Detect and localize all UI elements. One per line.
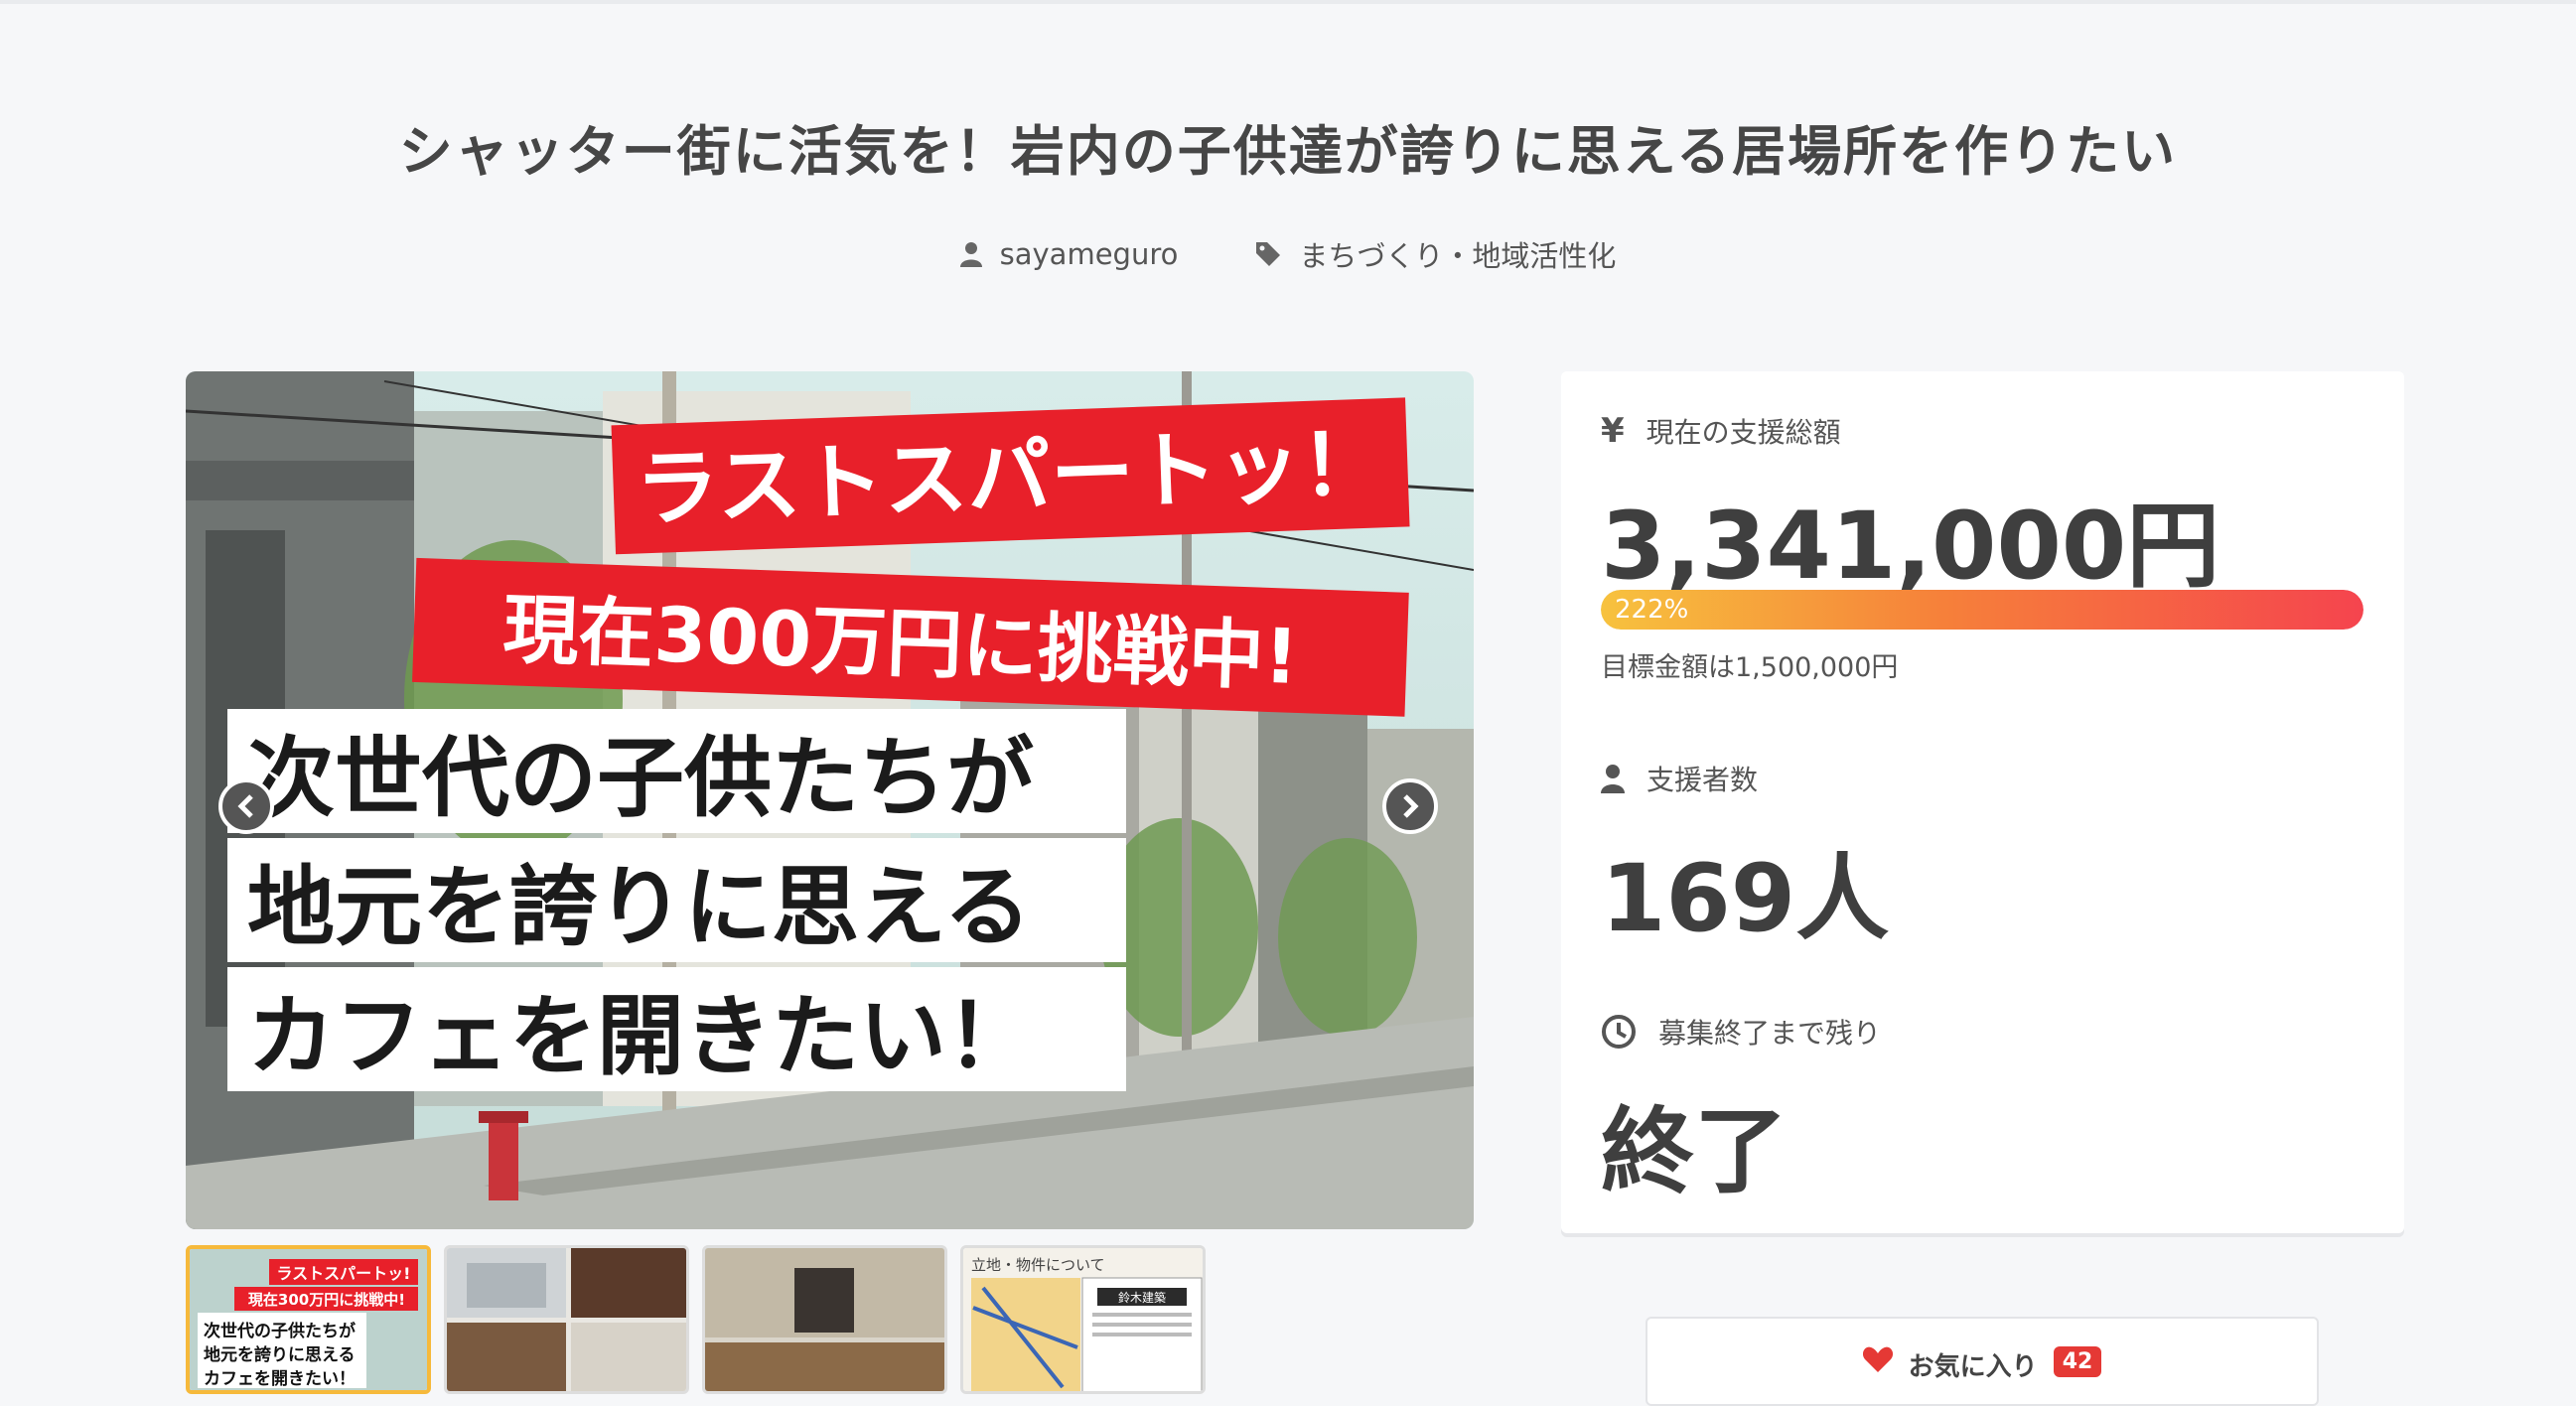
yen-icon: ¥ [1601,411,1625,451]
top-border [0,0,2576,4]
project-title: シャッター街に活気を！岩内の子供達が誇りに思える居場所を作りたい [398,120,2178,183]
category-link[interactable]: まちづくり・地域活性化 [1255,233,1616,275]
heart-icon [1862,1346,1893,1372]
tag-icon [1256,242,1281,266]
favorite-label: お気に入り [1908,1352,2038,1382]
remaining-label-row: 募集終了まで残り [1601,1012,1881,1052]
thumbnail-3[interactable] [702,1245,947,1394]
favorite-button[interactable]: お気に入り 42 [1646,1317,2319,1406]
favorite-count-badge: 42 [2053,1346,2102,1377]
raised-label-row: ¥ 現在の支援総額 [1601,411,1841,451]
raised-label: 現在の支援総額 [1646,416,1841,449]
user-icon [959,242,982,267]
caption-line-1: 次世代の子供たちが [247,727,1034,829]
chevron-left-icon [237,794,253,818]
project-meta: sayameguro まちづくり・地域活性化 [0,230,2576,278]
author-name: sayameguro [999,237,1179,271]
thumbnail-1[interactable]: ラストスパートッ! 現在300万円に挑戦中! 次世代の子供たちが 地元を誇りに思… [186,1245,431,1394]
backers-label-row: 支援者数 [1601,759,1758,798]
thumbnail-image: 立地・物件について 鈴木建築 [963,1248,1203,1391]
chevron-right-icon [1403,794,1419,818]
thumbnail-2[interactable] [444,1245,689,1394]
thumb-text-3: 次世代の子供たちが [204,1321,356,1341]
funding-progress-bar: 222% [1601,590,2363,630]
progress-fill: 222% [1601,590,2363,630]
funding-stats-panel: ¥ 現在の支援総額 3,341,000円 222% 目標金額は1,500,000… [1561,371,2404,1233]
thumbnail-image [447,1248,686,1391]
author-link[interactable]: sayameguro [959,237,1179,271]
slider-next-button[interactable] [1382,778,1438,834]
thumb-text-2: 現在300万円に挑戦中! [248,1291,405,1309]
clock-icon [1602,1015,1636,1049]
thumb-4-title: 立地・物件について [971,1256,1105,1274]
thumbnail-4[interactable]: 立地・物件について 鈴木建築 [960,1245,1206,1394]
thumb-text-1: ラストスパートッ! [277,1264,411,1283]
thumbnail-image: ラストスパートッ! 現在300万円に挑戦中! 次世代の子供たちが 地元を誇りに思… [190,1249,427,1390]
thumb-text-5: カフェを開きたい！ [204,1369,356,1389]
backers-label: 支援者数 [1646,764,1759,796]
caption-line-2: 地元を誇りに思える [247,856,1031,958]
slider-prev-button[interactable] [218,778,274,834]
slide-image: ラストスパートッ！ 現在300万円に挑戦中! 次世代の子供たちが 地元を誇りに思… [186,371,1474,1229]
thumbnail-image [705,1248,944,1391]
progress-percent: 222% [1615,595,1689,625]
remaining-label: 募集終了まで残り [1658,1017,1882,1050]
backers-count: 169人 [1601,845,1890,953]
remaining-value: 終了 [1601,1098,1789,1206]
thumb-text-4: 地元を誇りに思える [204,1344,356,1365]
image-slider[interactable]: ラストスパートッ！ 現在300万円に挑戦中! 次世代の子供たちが 地元を誇りに思… [186,371,1474,1229]
category-name: まちづくり・地域活性化 [1299,239,1617,273]
raised-amount: 3,341,000円 [1601,492,2220,601]
goal-amount: 目標金額は1,500,000円 [1601,652,1899,683]
thumb-4-label: 鈴木建築 [1118,1290,1166,1305]
caption-line-3: カフェを開きたい！ [247,985,1034,1087]
user-icon [1601,765,1625,793]
